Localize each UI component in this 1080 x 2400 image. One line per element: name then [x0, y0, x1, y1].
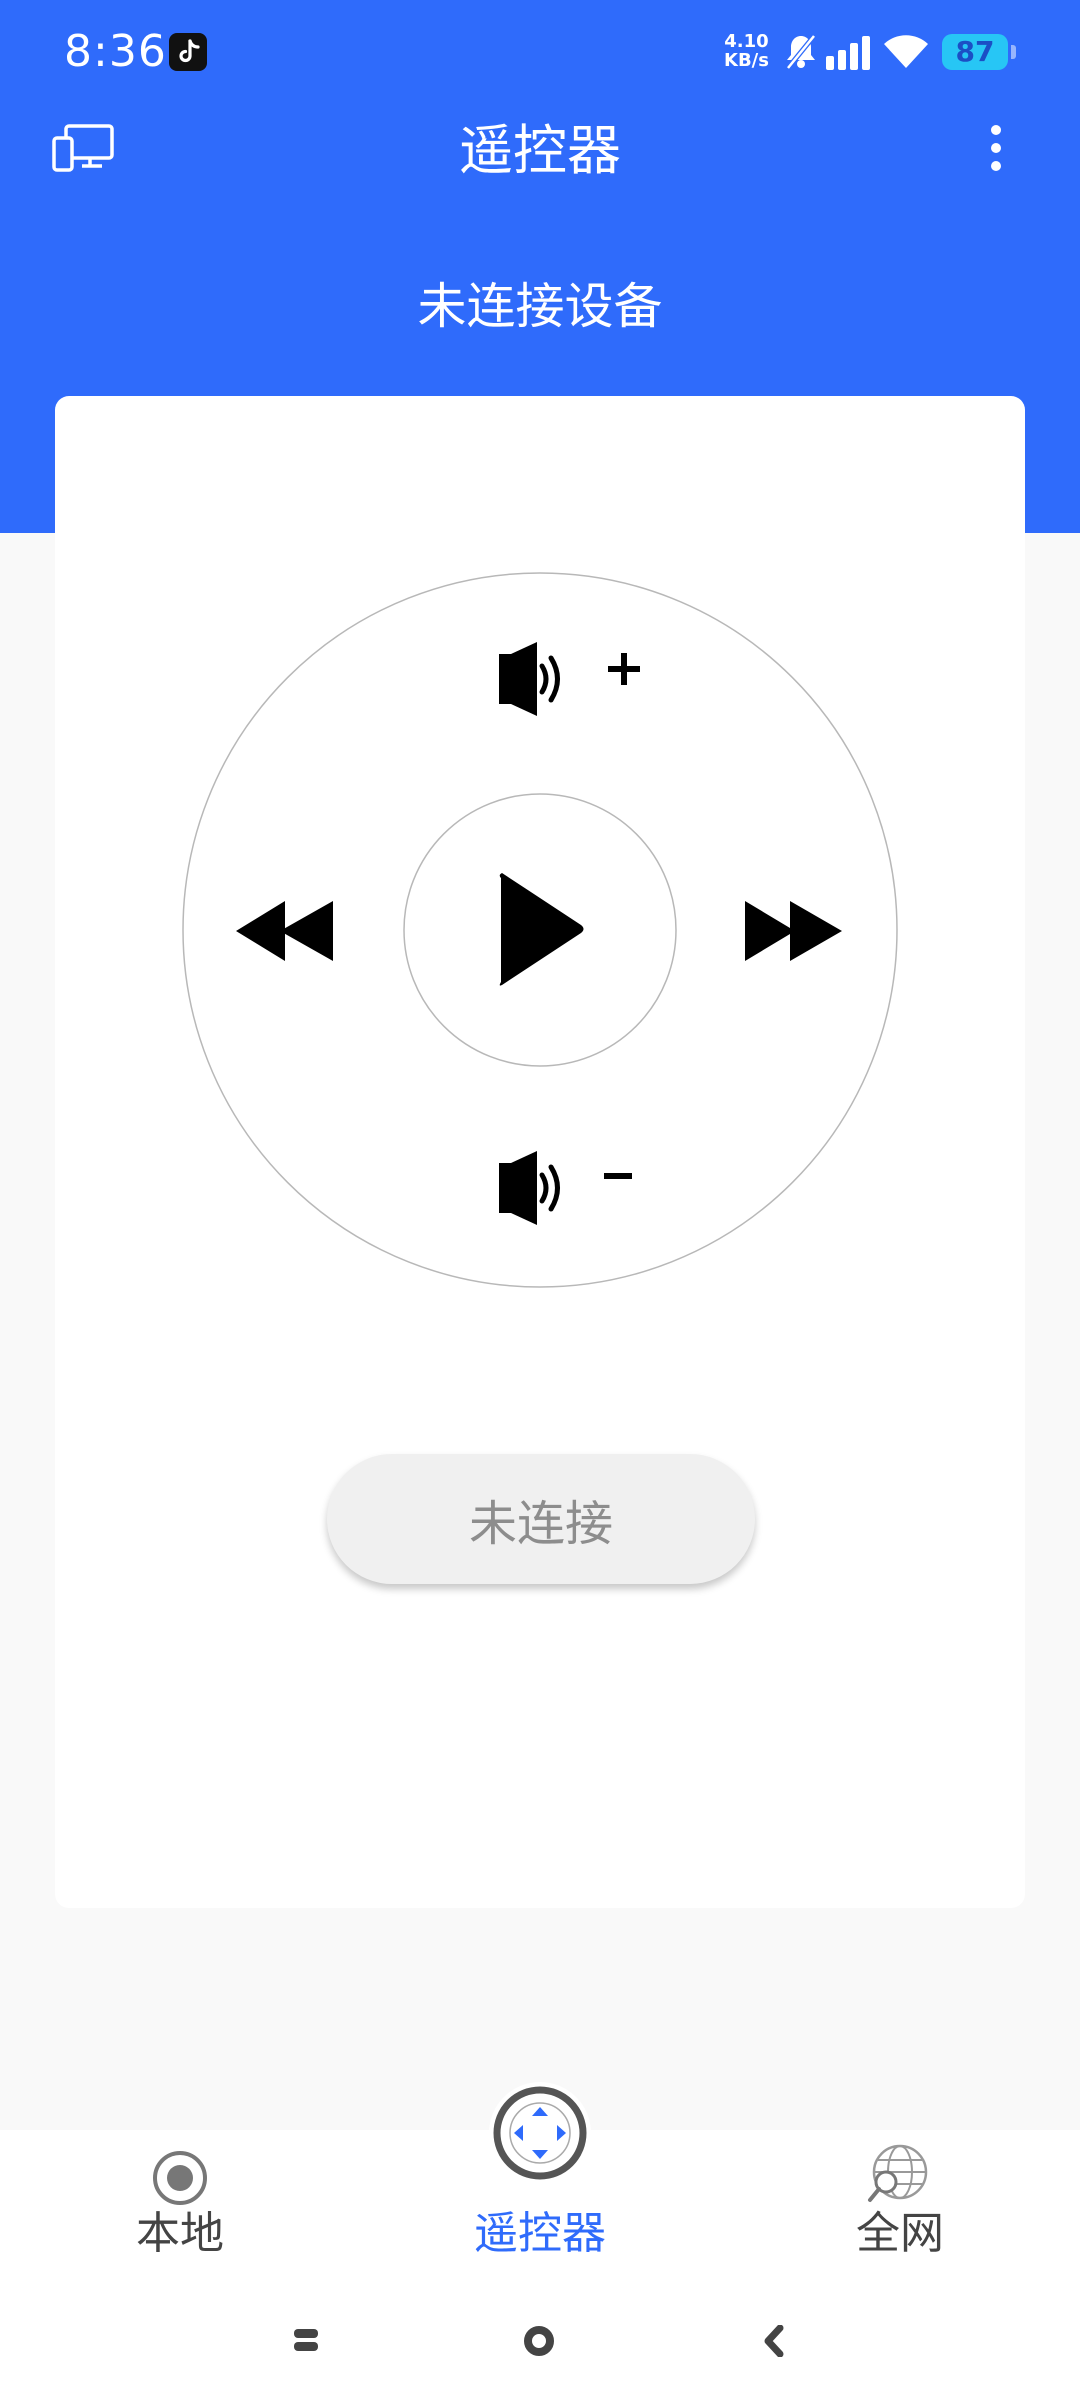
rewind-button[interactable]	[236, 901, 333, 961]
play-icon	[499, 873, 584, 986]
device-connection-status: 未连接设备	[417, 278, 663, 335]
fast-forward-icon	[745, 901, 842, 961]
target-icon	[153, 2151, 207, 2205]
volume-up-button[interactable]	[499, 642, 640, 716]
play-button[interactable]	[499, 873, 584, 986]
back-icon[interactable]	[762, 2325, 786, 2357]
wifi-icon	[884, 35, 928, 68]
globe-search-icon	[868, 2144, 928, 2202]
tab-remote-label: 遥控器	[474, 2208, 606, 2259]
rewind-icon	[236, 901, 333, 961]
remote-dpad-icon[interactable]	[492, 2085, 588, 2181]
tiktok-notification-icon	[169, 33, 207, 71]
tab-local[interactable]: 本地	[30, 2130, 330, 2270]
cellular-signal-icon	[826, 36, 870, 70]
network-speed: 4.10 KB/s	[724, 32, 769, 70]
speaker-icon	[499, 642, 560, 716]
network-speed-unit: KB/s	[724, 50, 769, 71]
status-bar: 8:36 4.10 KB/s 87	[0, 0, 1080, 104]
network-speed-value: 4.10	[724, 31, 769, 52]
plus-icon	[608, 653, 640, 685]
system-navigation-bar	[0, 2270, 1080, 2400]
more-options-icon[interactable]	[982, 120, 1010, 176]
speaker-icon	[499, 1151, 560, 1225]
home-icon[interactable]	[523, 2325, 555, 2357]
battery-indicator: 87	[942, 34, 1008, 70]
battery-tip	[1011, 45, 1016, 59]
connect-button[interactable]: 未连接	[327, 1454, 755, 1584]
tab-local-label: 本地	[136, 2208, 224, 2259]
minus-icon	[604, 1173, 632, 1179]
bell-muted-icon	[786, 34, 816, 70]
tab-network-label: 全网	[856, 2208, 944, 2259]
fast-forward-button[interactable]	[745, 901, 842, 961]
status-time: 8:36	[64, 26, 167, 77]
tab-network[interactable]: 全网	[750, 2130, 1050, 2270]
app-bar: 遥控器	[0, 104, 1080, 196]
remote-control-pad	[182, 572, 898, 1288]
recent-apps-icon[interactable]	[292, 2326, 320, 2354]
remote-card: 未连接	[55, 396, 1025, 1908]
page-title: 遥控器	[459, 119, 621, 182]
volume-down-button[interactable]	[499, 1151, 632, 1225]
